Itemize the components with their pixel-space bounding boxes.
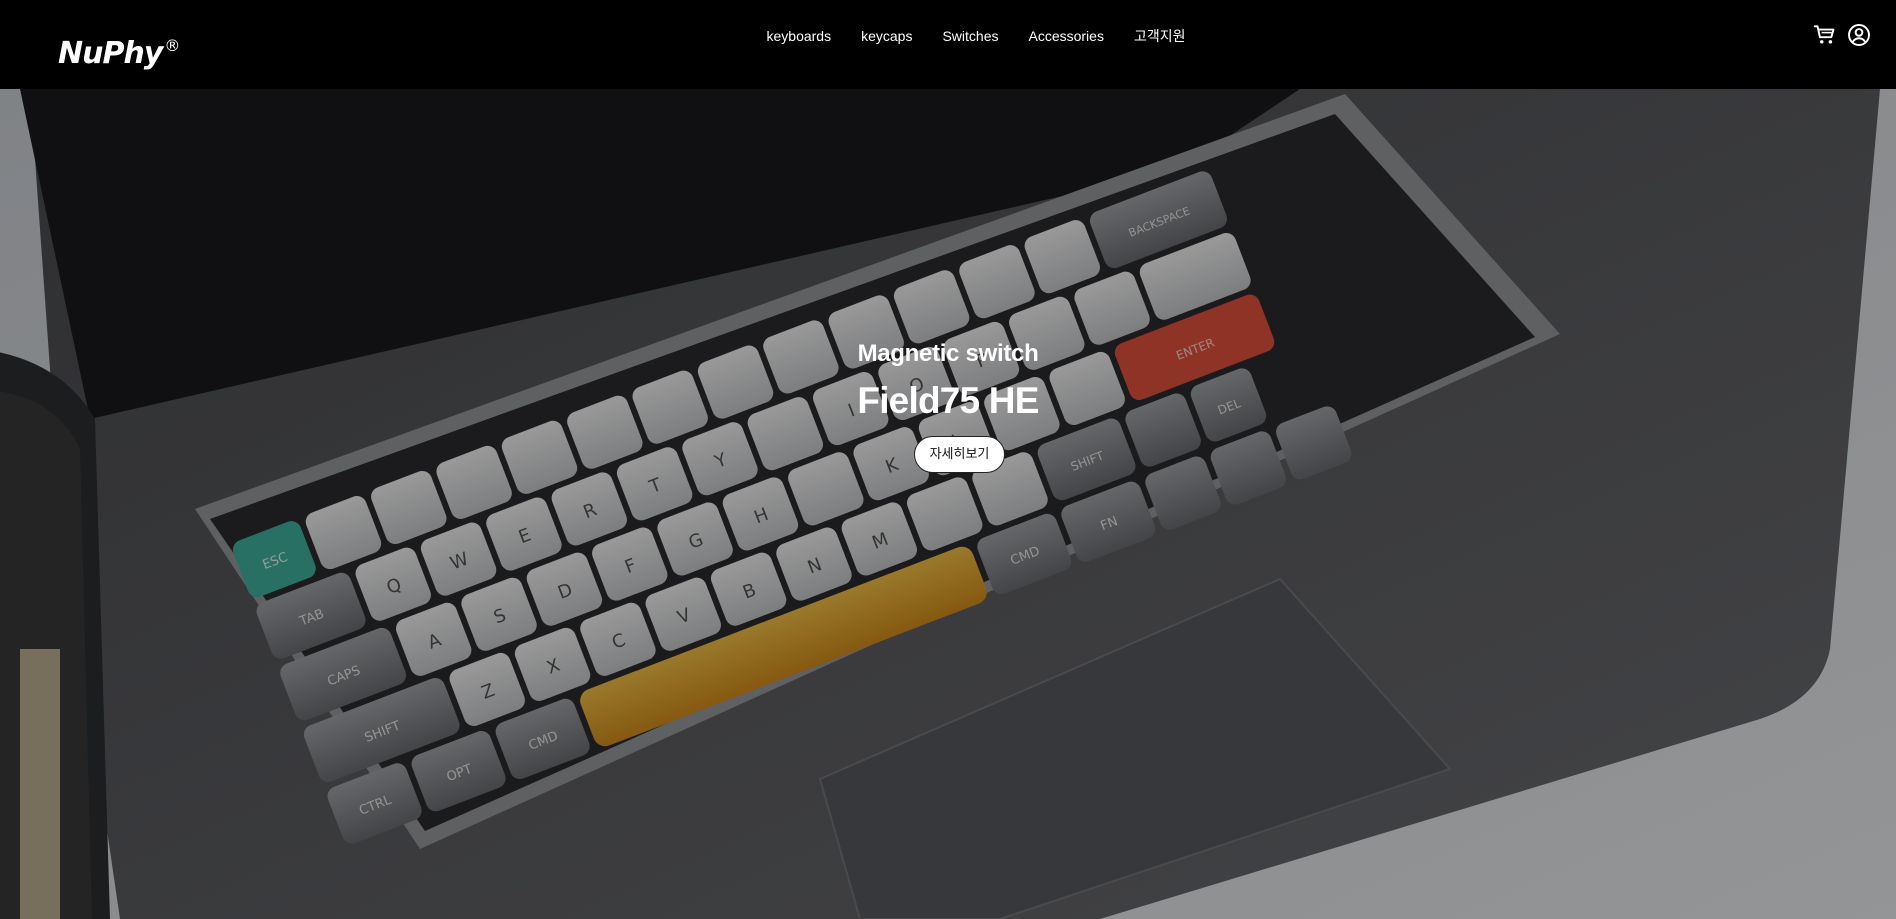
hero-subtitle: Magnetic switch — [857, 340, 1039, 367]
nav-item-switches[interactable]: Switches — [927, 26, 1013, 46]
brand-logo[interactable]: NuPhy ® — [58, 26, 180, 74]
main-nav: keyboards keycaps Switches Accessories 고… — [0, 26, 1896, 46]
site-header: NuPhy ® keyboards keycaps Switches Access… — [0, 0, 1896, 89]
nav-item-keycaps[interactable]: keycaps — [846, 26, 927, 46]
header-icons — [1812, 22, 1872, 48]
hero-title: Field75 HE — [857, 380, 1039, 421]
nav-item-keyboards[interactable]: keyboards — [752, 26, 847, 46]
hero-banner: ESC BACKSPACE TAB Q W E R T Y I O P CAPS… — [0, 89, 1896, 919]
nav-item-support[interactable]: 고객지원 — [1119, 26, 1201, 46]
page: NuPhy ® keyboards keycaps Switches Access… — [0, 0, 1896, 919]
logo-registered-mark: ® — [164, 36, 180, 55]
account-icon[interactable] — [1846, 22, 1872, 48]
nav-item-accessories[interactable]: Accessories — [1013, 26, 1118, 46]
learn-more-button[interactable]: 자세히보기 — [914, 436, 1005, 473]
logo-text[interactable]: NuPhy — [58, 36, 163, 71]
cart-icon[interactable] — [1812, 22, 1838, 48]
hero-dim-overlay — [0, 89, 1896, 919]
